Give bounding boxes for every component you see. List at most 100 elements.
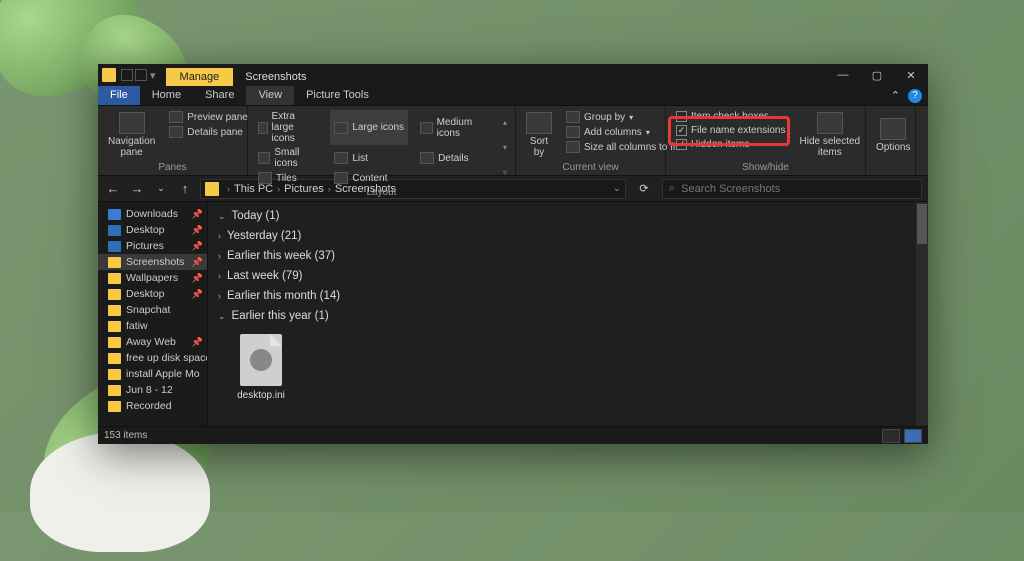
sidebar-item[interactable]: Recorded — [98, 398, 207, 414]
scrollbar-thumb[interactable] — [917, 204, 927, 244]
qat-button-1[interactable] — [121, 69, 133, 81]
sidebar-item[interactable]: Screenshots📌 — [98, 254, 207, 270]
recent-locations-button[interactable]: ⌄ — [152, 183, 170, 194]
sidebar-item[interactable]: Desktop📌 — [98, 222, 207, 238]
details-view-toggle[interactable] — [882, 429, 900, 443]
sidebar-item[interactable]: Away Web📌 — [98, 334, 207, 350]
up-button[interactable]: ↑ — [176, 181, 194, 196]
sidebar-item[interactable]: Downloads 📌 — [98, 206, 207, 222]
hide-selected-items-button[interactable]: Hide selected items — [796, 110, 865, 160]
sidebar-item-label: Downloads — [126, 208, 178, 220]
tab-picture-tools[interactable]: Picture Tools — [294, 86, 381, 105]
folder-icon — [108, 257, 121, 268]
close-button[interactable]: ✕ — [894, 64, 928, 86]
checkbox-icon — [676, 125, 687, 136]
sidebar-item-label: Away Web — [126, 336, 176, 348]
layout-small-icons[interactable]: Small icons — [254, 146, 322, 170]
file-menu[interactable]: File — [98, 86, 140, 105]
back-button[interactable]: ← — [104, 181, 122, 196]
item-check-boxes-toggle[interactable]: Item check boxes — [672, 110, 790, 123]
hidden-items-toggle[interactable]: Hidden items — [672, 138, 790, 151]
navigation-tree[interactable]: Downloads📌Desktop📌Pictures📌Screenshots📌W… — [98, 202, 208, 426]
sort-by-button[interactable]: Sort by — [522, 110, 556, 160]
pin-icon: 📌 — [192, 257, 203, 268]
group-header[interactable]: ⌄Today (1) — [208, 206, 928, 226]
pin-icon: 📌 — [192, 241, 203, 252]
layout-details[interactable]: Details — [416, 146, 495, 170]
options-button[interactable]: Options — [872, 110, 914, 160]
status-bar: 153 items — [98, 426, 928, 444]
sidebar-item[interactable]: install Apple Mo — [98, 366, 207, 382]
folder-icon — [108, 209, 121, 220]
scrollbar[interactable] — [916, 202, 928, 426]
group-header[interactable]: ⌄Earlier this year (1) — [208, 306, 928, 326]
add-columns-button[interactable]: Add columns▾ — [562, 125, 682, 139]
chevron-right-icon: › — [218, 271, 221, 281]
pin-icon: 📌 — [192, 225, 203, 236]
thumbnails-view-toggle[interactable] — [904, 429, 922, 443]
qat-dropdown[interactable]: ▾ — [148, 69, 158, 82]
layout-group-label: Layout — [254, 187, 509, 198]
folder-icon — [108, 241, 121, 252]
layout-content[interactable]: Content — [330, 171, 408, 185]
contextual-tab-manage[interactable]: Manage — [166, 68, 234, 86]
layout-medium-icons[interactable]: Medium icons — [416, 110, 495, 145]
titlebar[interactable]: ▾ Manage Screenshots — ▢ ✕ — [98, 64, 928, 86]
chevron-down-icon: ⌄ — [218, 311, 226, 322]
sidebar-item[interactable]: Desktop📌 — [98, 286, 207, 302]
sidebar-item[interactable]: Wallpapers📌 — [98, 270, 207, 286]
tab-home[interactable]: Home — [140, 86, 193, 105]
maximize-button[interactable]: ▢ — [860, 64, 894, 86]
sidebar-item-label: free up disk space — [126, 352, 208, 364]
size-columns-button[interactable]: Size all columns to fit — [562, 140, 682, 154]
group-header[interactable]: ›Last week (79) — [208, 266, 928, 286]
help-button[interactable]: ? — [908, 89, 922, 103]
current-view-group-label: Current view — [522, 162, 659, 173]
details-pane-button[interactable]: Details pane — [165, 125, 252, 139]
file-item[interactable]: desktop.ini — [226, 334, 296, 401]
file-list[interactable]: ⌄Today (1)›Yesterday (21)›Earlier this w… — [208, 202, 928, 426]
layout-scroll[interactable]: ▴▾▿ — [501, 110, 509, 185]
sidebar-item-label: fatiw — [126, 320, 148, 332]
ribbon-collapse-button[interactable]: ⌃ — [891, 89, 900, 102]
sidebar-item[interactable]: fatiw — [98, 318, 207, 334]
sidebar-item[interactable]: Snapchat — [98, 302, 207, 318]
sidebar-item[interactable]: free up disk space — [98, 350, 207, 366]
group-header[interactable]: ›Earlier this week (37) — [208, 246, 928, 266]
address-dropdown[interactable]: ⌄ — [613, 183, 621, 194]
sort-icon — [526, 112, 552, 134]
details-pane-icon — [169, 126, 183, 138]
layout-tiles[interactable]: Tiles — [254, 171, 322, 185]
forward-button[interactable]: → — [128, 181, 146, 196]
group-by-button[interactable]: Group by▾ — [562, 110, 682, 124]
gear-icon — [250, 349, 272, 371]
sidebar-item-label: Pictures — [126, 240, 164, 252]
tab-share[interactable]: Share — [193, 86, 246, 105]
refresh-button[interactable]: ⟳ — [632, 182, 656, 195]
search-input[interactable]: ⌕ Search Screenshots — [662, 179, 922, 199]
group-label: Earlier this month (14) — [227, 290, 340, 302]
layout-large-icons[interactable]: Large icons — [330, 110, 408, 145]
pin-icon: 📌 — [192, 209, 203, 220]
chevron-right-icon: › — [218, 251, 221, 261]
group-header[interactable]: ›Yesterday (21) — [208, 226, 928, 246]
options-icon — [880, 118, 906, 140]
layout-gallery[interactable]: Extra large icons Large icons Medium ico… — [254, 110, 495, 185]
sidebar-item[interactable]: Jun 8 - 12 — [98, 382, 207, 398]
sidebar-item-label: Jun 8 - 12 — [126, 384, 173, 396]
group-header[interactable]: ›Earlier this month (14) — [208, 286, 928, 306]
minimize-button[interactable]: — — [826, 64, 860, 86]
navigation-pane-button[interactable]: Navigation pane — [104, 110, 159, 160]
sidebar-item-label: Snapchat — [126, 304, 170, 316]
sidebar-item[interactable]: Pictures 📌 — [98, 238, 207, 254]
sidebar-item-label: Wallpapers — [126, 272, 178, 284]
layout-list[interactable]: List — [330, 146, 408, 170]
show-hide-group-label: Show/hide — [672, 162, 859, 173]
preview-pane-button[interactable]: Preview pane — [165, 110, 252, 124]
qat-button-2[interactable] — [135, 69, 147, 81]
item-count: 153 items — [104, 430, 147, 441]
layout-extra-large-icons[interactable]: Extra large icons — [254, 110, 322, 145]
tab-view[interactable]: View — [246, 86, 294, 105]
file-name-extensions-toggle[interactable]: File name extensions — [672, 124, 790, 137]
folder-icon — [108, 225, 121, 236]
